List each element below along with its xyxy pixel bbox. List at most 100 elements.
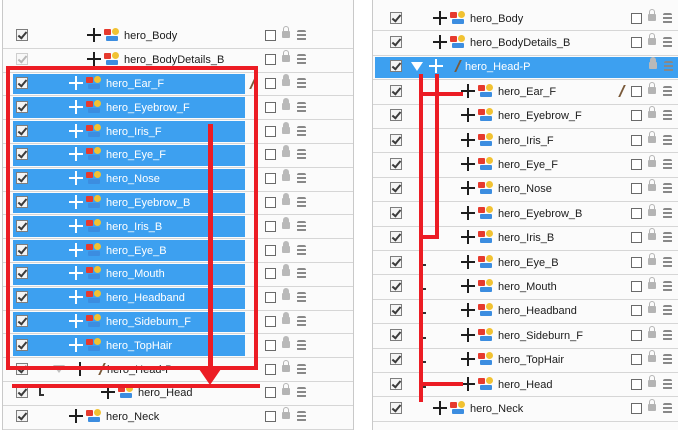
layer-stack-icon[interactable]: [297, 30, 306, 42]
visibility-box[interactable]: [631, 12, 642, 24]
visibility-box[interactable]: [631, 183, 642, 195]
visibility-box[interactable]: [265, 77, 276, 89]
lock-icon[interactable]: [648, 106, 656, 119]
enable-checkbox[interactable]: [16, 386, 28, 399]
layer-stack-icon[interactable]: [297, 125, 306, 137]
add-icon[interactable]: [461, 205, 475, 220]
layer-stack-icon[interactable]: [663, 256, 672, 268]
enable-checkbox[interactable]: [390, 11, 402, 24]
visibility-box[interactable]: [265, 173, 276, 185]
lock-icon[interactable]: [648, 130, 656, 143]
add-icon[interactable]: [69, 171, 83, 186]
enable-checkbox[interactable]: [390, 328, 402, 341]
add-icon[interactable]: [69, 337, 83, 352]
layer-stack-icon[interactable]: [663, 281, 672, 293]
enable-checkbox[interactable]: [390, 231, 402, 244]
enable-checkbox[interactable]: [16, 53, 28, 66]
visibility-box[interactable]: [265, 196, 276, 208]
lock-icon[interactable]: [648, 399, 656, 412]
add-icon[interactable]: [461, 83, 475, 98]
layer-row[interactable]: hero_Body: [373, 7, 678, 32]
visibility-box[interactable]: [265, 220, 276, 232]
layer-row[interactable]: hero_Mouth: [3, 263, 353, 287]
visibility-box[interactable]: [631, 329, 642, 341]
layer-row[interactable]: hero_Eyebrow_F: [3, 96, 353, 121]
layer-row[interactable]: hero_BodyDetails_B: [373, 31, 678, 56]
add-icon[interactable]: [461, 303, 475, 318]
layer-row[interactable]: hero_Nose: [3, 167, 353, 192]
visibility-box[interactable]: [265, 268, 276, 280]
lock-icon[interactable]: [648, 203, 656, 216]
lock-icon[interactable]: [282, 335, 290, 348]
layer-row[interactable]: hero_TopHair: [3, 334, 353, 359]
visibility-box[interactable]: [631, 110, 642, 122]
layer-stack-icon[interactable]: [663, 183, 672, 195]
layer-stack-icon[interactable]: [297, 268, 306, 280]
enable-checkbox[interactable]: [390, 402, 402, 415]
add-icon[interactable]: [69, 313, 83, 328]
enable-checkbox[interactable]: [16, 267, 28, 280]
visibility-box[interactable]: [265, 149, 276, 161]
layer-stack-icon[interactable]: [297, 339, 306, 351]
lock-icon[interactable]: [282, 145, 290, 158]
enable-checkbox[interactable]: [16, 291, 28, 304]
lock-icon[interactable]: [282, 288, 290, 301]
layer-stack-icon[interactable]: [664, 61, 673, 73]
layer-stack-icon[interactable]: [297, 363, 306, 375]
enable-checkbox[interactable]: [390, 133, 402, 146]
add-icon[interactable]: [461, 352, 475, 367]
enable-checkbox[interactable]: [390, 60, 402, 73]
add-icon[interactable]: [461, 157, 475, 172]
lock-icon[interactable]: [648, 301, 656, 314]
enable-checkbox[interactable]: [390, 377, 402, 390]
lock-icon[interactable]: [649, 57, 657, 70]
layer-row[interactable]: hero_Head-P: [3, 358, 353, 382]
enable-checkbox[interactable]: [16, 76, 28, 89]
add-icon[interactable]: [69, 194, 83, 209]
lock-icon[interactable]: [282, 240, 290, 253]
add-icon[interactable]: [433, 35, 447, 50]
lock-icon[interactable]: [282, 50, 290, 63]
lock-icon[interactable]: [282, 407, 290, 420]
add-icon[interactable]: [87, 52, 101, 67]
layer-row[interactable]: hero_Eyebrow_B: [3, 191, 353, 216]
lock-icon[interactable]: [282, 216, 290, 229]
visibility-box[interactable]: [631, 281, 642, 293]
layer-stack-icon[interactable]: [297, 315, 306, 327]
enable-checkbox[interactable]: [390, 304, 402, 317]
add-icon[interactable]: [461, 376, 475, 391]
layer-stack-icon[interactable]: [297, 411, 306, 423]
enable-checkbox[interactable]: [16, 148, 28, 161]
add-icon[interactable]: [461, 132, 475, 147]
add-icon[interactable]: [69, 218, 83, 233]
visibility-box[interactable]: [631, 85, 642, 97]
layer-stack-icon[interactable]: [663, 354, 672, 366]
visibility-box[interactable]: [631, 134, 642, 146]
add-icon[interactable]: [69, 409, 83, 424]
lock-icon[interactable]: [648, 33, 656, 46]
visibility-box[interactable]: [631, 37, 642, 49]
layer-stack-icon[interactable]: [297, 173, 306, 185]
lock-icon[interactable]: [282, 264, 290, 277]
add-icon[interactable]: [69, 99, 83, 114]
add-icon[interactable]: [69, 123, 83, 138]
lock-icon[interactable]: [648, 155, 656, 168]
add-icon[interactable]: [461, 327, 475, 342]
lock-icon[interactable]: [282, 169, 290, 182]
enable-checkbox[interactable]: [390, 182, 402, 195]
layer-row[interactable]: hero_Eye_B: [3, 239, 353, 263]
layer-stack-icon[interactable]: [663, 329, 672, 341]
add-icon[interactable]: [429, 59, 443, 74]
enable-checkbox[interactable]: [16, 195, 28, 208]
enable-checkbox[interactable]: [390, 206, 402, 219]
add-icon[interactable]: [69, 266, 83, 281]
lock-icon[interactable]: [282, 97, 290, 110]
visibility-box[interactable]: [265, 411, 276, 423]
visibility-box[interactable]: [631, 232, 642, 244]
layer-stack-icon[interactable]: [663, 232, 672, 244]
layer-row[interactable]: hero_Body: [3, 25, 353, 49]
enable-checkbox[interactable]: [16, 314, 28, 327]
visibility-box[interactable]: [265, 30, 276, 42]
layer-row[interactable]: hero_Iris_B: [3, 215, 353, 240]
enable-checkbox[interactable]: [16, 29, 28, 42]
